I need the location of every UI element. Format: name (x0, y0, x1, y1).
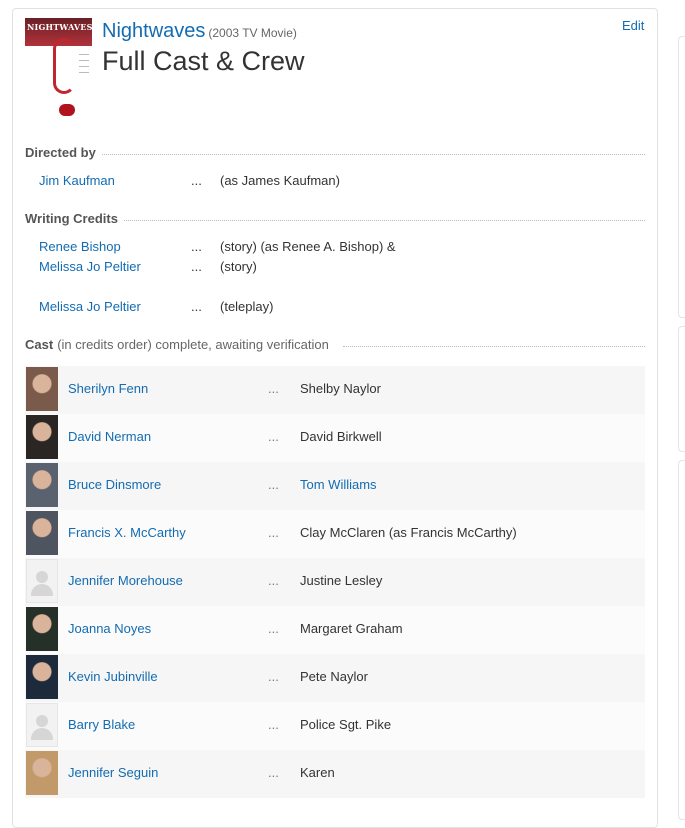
movie-title-link[interactable]: Nightwaves (102, 20, 205, 42)
cast-row: Barry Blake... Police Sgt. Pike (25, 702, 645, 750)
actor-name-link[interactable]: Jennifer Seguin (68, 765, 158, 780)
phone-handle-graphic (59, 104, 75, 116)
writer-name-link[interactable]: Melissa Jo Peltier (39, 299, 141, 314)
dotted-divider (101, 154, 645, 155)
actor-name-link[interactable]: David Nerman (68, 429, 151, 444)
cast-row: Jennifer Seguin... Karen (25, 750, 645, 798)
cast-list: Sherilyn Fenn... Shelby Naylor David Nerma… (25, 366, 645, 798)
credit-role: (story) (as Renee A. Bishop) & (220, 239, 396, 254)
directed-by-heading: Directed by (25, 145, 645, 160)
default-avatar-icon[interactable] (26, 559, 58, 603)
credit-ellipsis: ... (191, 173, 202, 188)
section-title: Cast (25, 337, 54, 352)
writer-name-link[interactable]: Renee Bishop (39, 239, 121, 254)
actor-headshot[interactable] (26, 415, 58, 459)
page-title: Full Cast & Crew (102, 46, 305, 76)
actor-name-link[interactable]: Sherilyn Fenn (68, 381, 148, 396)
credit-ellipsis: ... (191, 239, 202, 254)
movie-title-row: Nightwaves (2003 TV Movie) (102, 20, 297, 43)
actor-name-link[interactable]: Bruce Dinsmore (68, 477, 161, 492)
cast-row: Jennifer Morehouse... Justine Lesley (25, 558, 645, 606)
movie-year: (2003 TV Movie) (208, 26, 297, 40)
actor-headshot[interactable] (26, 367, 58, 411)
cast-ellipsis: ... (268, 669, 279, 684)
cast-ellipsis: ... (268, 717, 279, 732)
actor-headshot[interactable] (26, 751, 58, 795)
actor-name-link[interactable]: Kevin Jubinville (68, 669, 158, 684)
cast-row: Joanna Noyes... Margaret Graham (25, 606, 645, 654)
actor-name-link[interactable]: Francis X. McCarthy (68, 525, 186, 540)
character-name: David Birkwell (300, 429, 382, 444)
cast-row: David Nerman... David Birkwell (25, 414, 645, 462)
character-name-link[interactable]: Tom Williams (300, 477, 377, 492)
credit-role: (teleplay) (220, 299, 274, 314)
cast-subheading: (in credits order) complete, awaiting ve… (57, 337, 329, 352)
sidebar-panel (678, 36, 685, 318)
default-avatar-icon[interactable] (26, 703, 58, 747)
cast-ellipsis: ... (268, 621, 279, 636)
actor-headshot[interactable] (26, 607, 58, 651)
cast-ellipsis: ... (268, 381, 279, 396)
actor-headshot[interactable] (26, 511, 58, 555)
character-name: Shelby Naylor (300, 381, 381, 396)
actor-name-link[interactable]: Barry Blake (68, 717, 135, 732)
dotted-divider (342, 346, 645, 347)
movie-poster[interactable]: NIGHTWAVES (25, 18, 92, 117)
cast-heading: Cast (in credits order) complete, awaitin… (25, 337, 645, 352)
cast-ellipsis: ... (268, 477, 279, 492)
cast-ellipsis: ... (268, 525, 279, 540)
cast-row: Kevin Jubinville... Pete Naylor (25, 654, 645, 702)
cast-row: Sherilyn Fenn... Shelby Naylor (25, 366, 645, 414)
actor-name-link[interactable]: Joanna Noyes (68, 621, 151, 636)
character-name: Margaret Graham (300, 621, 403, 636)
character-name: Justine Lesley (300, 573, 383, 588)
actor-name-link[interactable]: Jennifer Morehouse (68, 573, 183, 588)
cast-row: Bruce Dinsmore... Tom Williams (25, 462, 645, 510)
section-title: Directed by (25, 145, 96, 160)
edit-link[interactable]: Edit (622, 18, 644, 33)
writing-credits-heading: Writing Credits (25, 211, 645, 226)
credit-ellipsis: ... (191, 299, 202, 314)
character-name: Pete Naylor (300, 669, 368, 684)
cast-row: Francis X. McCarthy... Clay McClaren (as … (25, 510, 645, 558)
cast-ellipsis: ... (268, 429, 279, 444)
sidebar-panel (678, 460, 685, 820)
director-name-link[interactable]: Jim Kaufman (39, 173, 115, 188)
phone-cord-graphic (53, 38, 75, 94)
sidebar-panel (678, 326, 685, 452)
cast-ellipsis: ... (268, 765, 279, 780)
writer-name-link[interactable]: Melissa Jo Peltier (39, 259, 141, 274)
poster-logo-text: NIGHTWAVES (27, 22, 92, 32)
dotted-divider (123, 220, 645, 221)
character-name: Clay McClaren (as Francis McCarthy) (300, 525, 517, 540)
cast-ellipsis: ... (268, 573, 279, 588)
character-name: Karen (300, 765, 335, 780)
credit-ellipsis: ... (191, 259, 202, 274)
credit-role: (as James Kaufman) (220, 173, 340, 188)
character-name: Police Sgt. Pike (300, 717, 392, 732)
actor-headshot[interactable] (26, 463, 58, 507)
actor-headshot[interactable] (26, 655, 58, 699)
section-title: Writing Credits (25, 211, 118, 226)
credit-role: (story) (220, 259, 257, 274)
